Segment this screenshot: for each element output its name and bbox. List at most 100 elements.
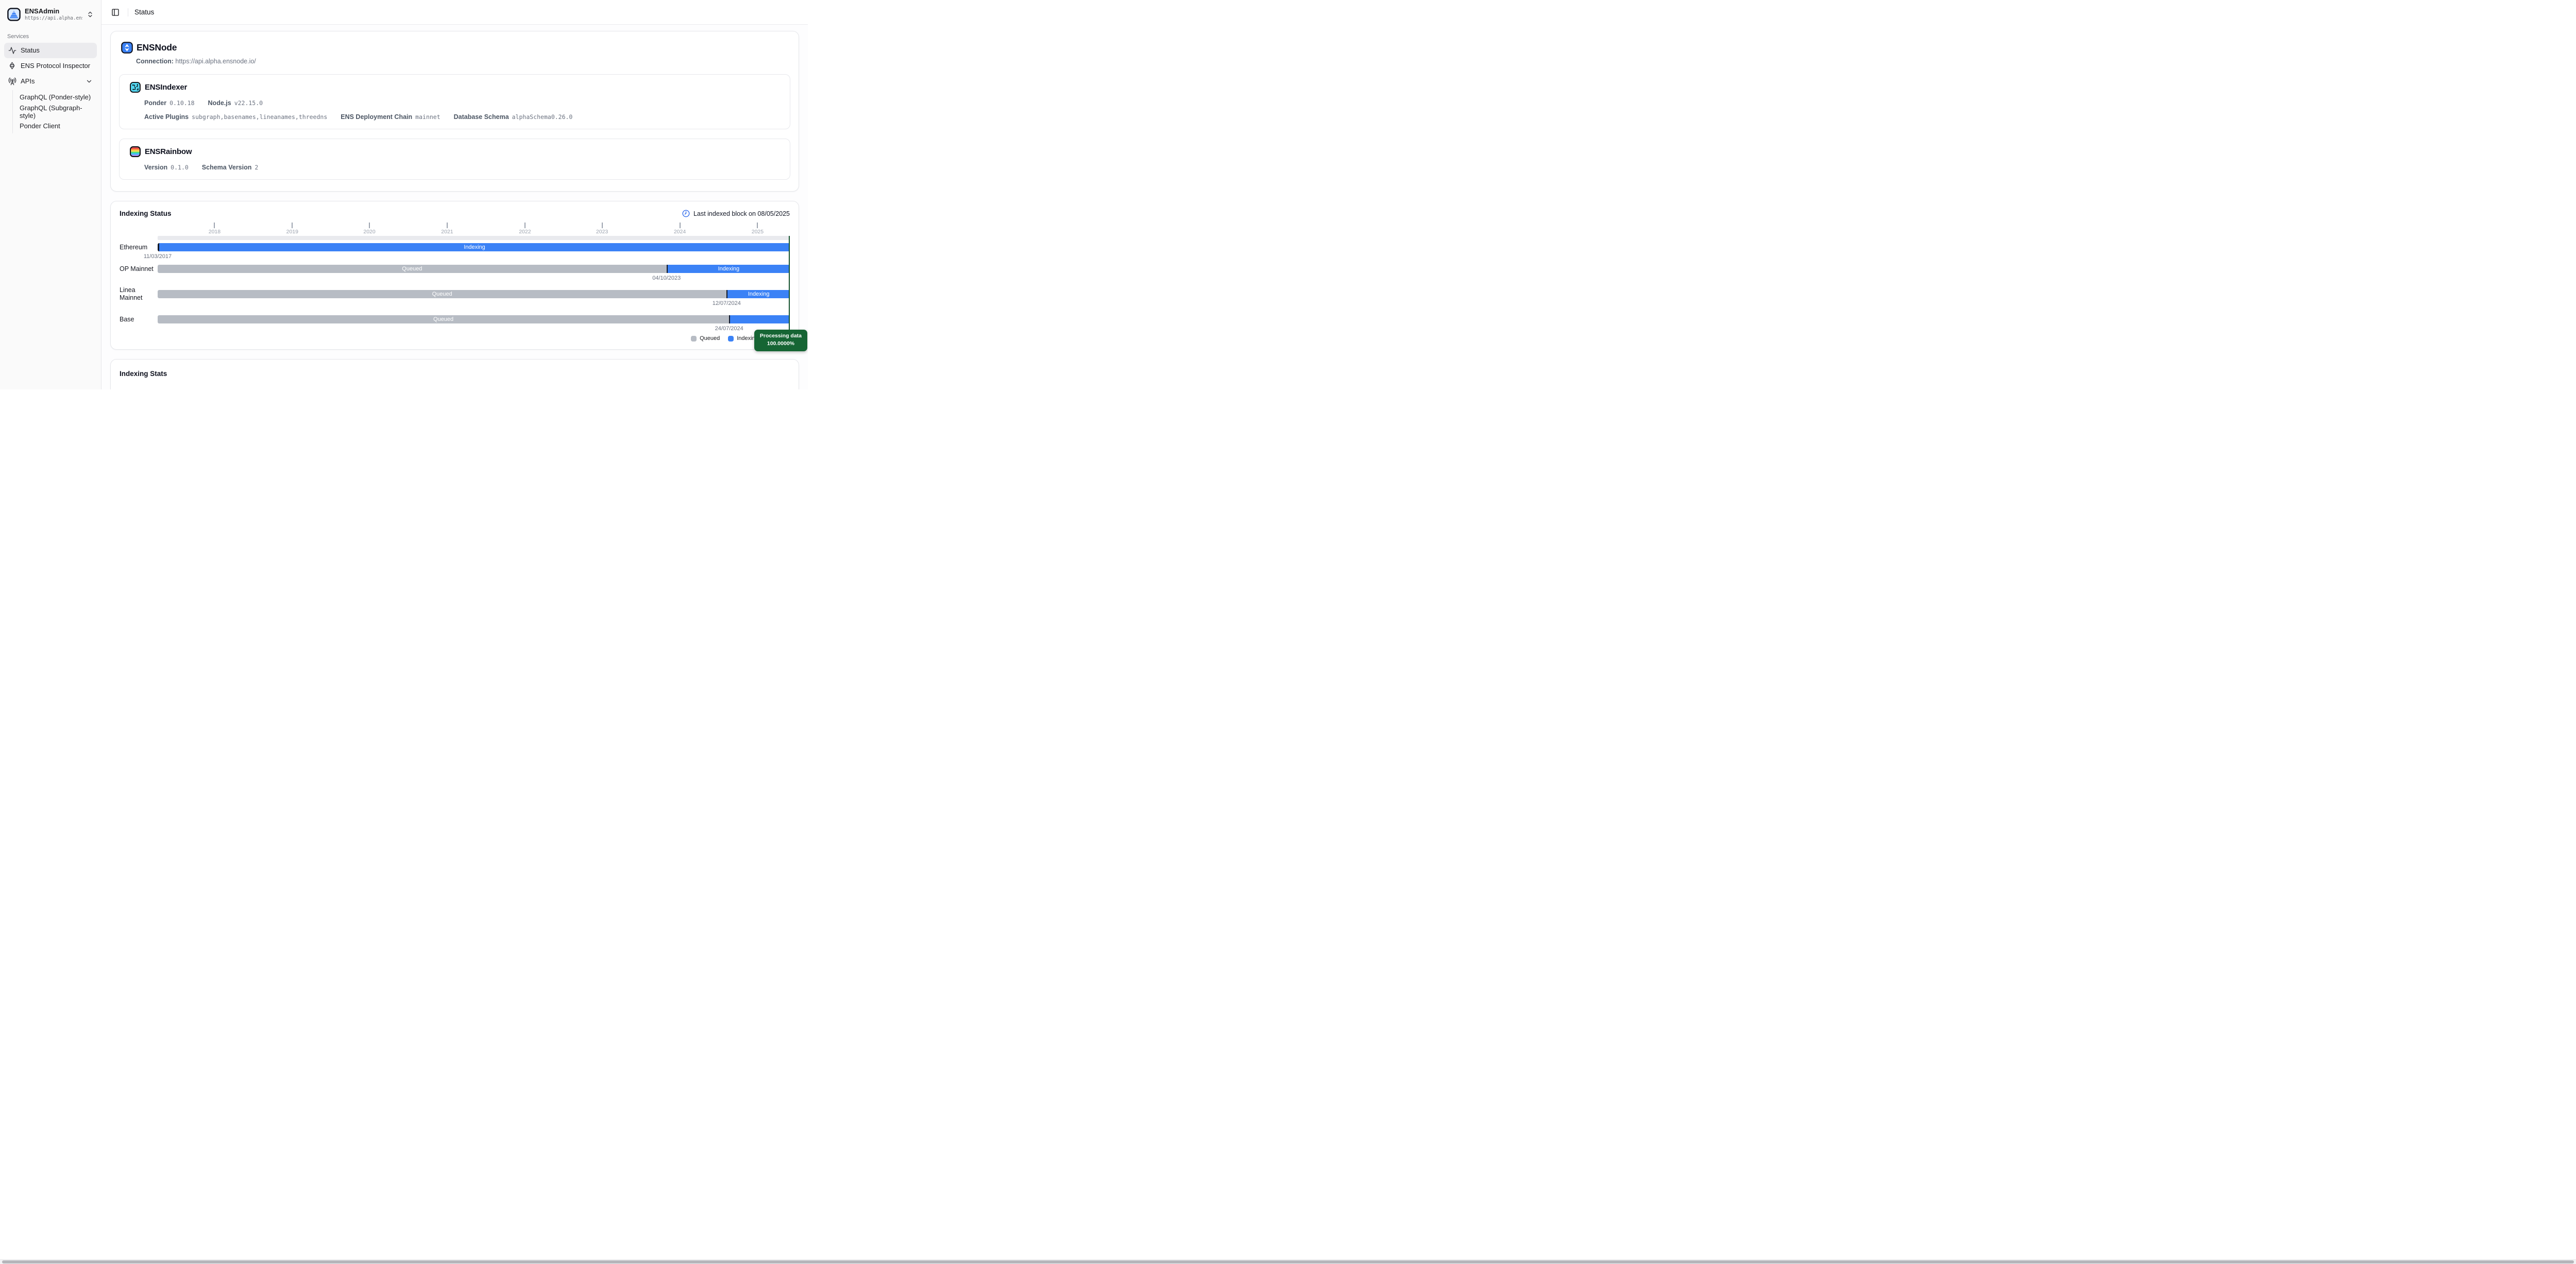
chevron-down-icon — [86, 78, 93, 85]
field-deployment-chain: ENS Deployment Chainmainnet — [341, 113, 440, 121]
app-title: ENSAdmin — [25, 7, 82, 15]
breadcrumb: Status — [134, 8, 154, 16]
segment-date-label: 24/07/2024 — [715, 326, 743, 332]
app-connection-url: https://api.alpha.ens… — [25, 15, 82, 22]
indexing-stats-title: Indexing Stats — [120, 370, 790, 378]
queued-segment[interactable]: Queued — [158, 290, 726, 298]
axis-tick — [524, 223, 526, 228]
field-active-plugins: Active Pluginssubgraph,basenames,lineana… — [144, 113, 327, 121]
topbar: Status — [101, 0, 808, 25]
last-indexed-block: Last indexed block on 08/05/2025 — [682, 210, 790, 217]
horizontal-scrollbar-thumb[interactable] — [2, 1260, 2574, 1263]
indexing-segment[interactable]: Indexing — [726, 290, 790, 298]
sidebar-subitem-graphql-ponder[interactable]: GraphQL (Ponder-style) — [13, 90, 97, 105]
timeline-row: Linea MainnetQueuedIndexing12/07/2024 — [120, 286, 790, 312]
clock-icon — [682, 210, 690, 217]
tooltip-line2: 100.0000% — [760, 340, 802, 348]
segment-date-label: 11/03/2017 — [144, 253, 172, 260]
axis-tick — [292, 223, 293, 228]
chain-track: Indexing11/03/2017 — [158, 243, 790, 251]
sidebar-group-label: Services — [7, 33, 94, 40]
ensrainbow-icon — [130, 146, 141, 157]
sidebar-item-status[interactable]: Status — [4, 43, 97, 58]
field-ponder: Ponder0.10.18 — [144, 99, 195, 107]
last-indexed-text: Last indexed block on 08/05/2025 — [693, 210, 790, 217]
axis-tick-label: 2025 — [752, 229, 764, 235]
current-block-line — [789, 236, 790, 335]
ensrainbow-card: ENSRainbow Version0.1.0 Schema Version2 — [119, 139, 790, 180]
indexing-timeline-chart: 20182019202020212022202320242025 Ethereu… — [120, 221, 790, 343]
axis-tick-label: 2024 — [674, 229, 686, 235]
ens-logo-icon — [8, 62, 16, 70]
axis-tick-label: 2019 — [286, 229, 298, 235]
indexing-segment[interactable]: Indexing — [667, 265, 790, 273]
ensindexer-card: ENSIndexer Ponder0.10.18 Node.jsv22.15.0… — [119, 74, 790, 129]
ensindexer-title: ENSIndexer — [145, 83, 187, 92]
ensnode-icon — [121, 42, 133, 54]
sidebar-item-apis[interactable]: APIs — [4, 74, 97, 89]
panel-left-icon — [111, 8, 120, 16]
field-nodejs: Node.jsv22.15.0 — [208, 99, 263, 107]
chain-track: Queued24/07/2024 — [158, 315, 790, 323]
axis-tick — [214, 223, 215, 228]
axis-tick — [680, 223, 681, 228]
queued-segment[interactable]: Queued — [158, 265, 667, 273]
sidebar: ENSAdmin https://api.alpha.ens… Services… — [0, 0, 101, 389]
activity-icon — [8, 46, 16, 55]
sidebar-item-label: APIs — [21, 77, 81, 85]
connection-line: Connection: https://api.alpha.ensnode.io… — [136, 58, 790, 65]
axis-tick-label: 2023 — [596, 229, 608, 235]
axis-tick-label: 2021 — [441, 229, 453, 235]
app-window: { "sidebar": { "app_name": "ENSAdmin", "… — [0, 0, 808, 389]
axis-tick-label: 2020 — [363, 229, 375, 235]
sidebar-item-ens-protocol-inspector[interactable]: ENS Protocol Inspector — [4, 58, 97, 74]
chain-label: Base — [120, 316, 158, 323]
axis-tick — [757, 223, 758, 228]
segment-date-label: 04/10/2023 — [652, 275, 681, 281]
legend-swatch-icon — [691, 336, 697, 341]
legend-label: Queued — [700, 335, 720, 341]
indexing-status-title: Indexing Status — [120, 210, 172, 217]
field-database-schema: Database SchemaalphaSchema0.26.0 — [454, 113, 573, 121]
ensindexer-icon — [130, 82, 141, 93]
chain-track: QueuedIndexing04/10/2023 — [158, 265, 790, 273]
timeline-rows: EthereumIndexing11/03/2017OP MainnetQueu… — [120, 243, 790, 334]
ensnode-card: ENSNode Connection: https://api.alpha.en… — [110, 31, 799, 192]
field-schema-version: Schema Version2 — [202, 164, 259, 171]
indexing-segment[interactable]: Indexing — [158, 243, 790, 251]
apis-submenu: GraphQL (Ponder-style) GraphQL (Subgraph… — [12, 90, 97, 133]
axis-tick — [447, 223, 448, 228]
timeline-track — [158, 236, 790, 240]
axis-tick — [369, 223, 370, 228]
sidebar-toggle-button[interactable] — [109, 6, 122, 19]
tooltip-line1: Processing data — [760, 332, 802, 340]
timeline-row: OP MainnetQueuedIndexing04/10/2023 — [120, 265, 790, 283]
axis-tick-label: 2022 — [519, 229, 531, 235]
sidebar-subitem-graphql-subgraph[interactable]: GraphQL (Subgraph-style) — [13, 105, 97, 119]
indexing-segment[interactable] — [729, 315, 790, 323]
legend-item-queued: Queued — [691, 335, 720, 341]
connection-label: Connection: — [136, 58, 174, 65]
legend-swatch-icon — [728, 336, 734, 341]
chain-track: QueuedIndexing12/07/2024 — [158, 290, 790, 298]
chain-label: OP Mainnet — [120, 265, 158, 273]
sidebar-subitem-ponder-client[interactable]: Ponder Client — [13, 119, 97, 133]
timeline-row: BaseQueued24/07/2024 — [120, 315, 790, 334]
axis-tick-label: 2018 — [209, 229, 221, 235]
ensnode-title: ENSNode — [137, 42, 177, 53]
field-version: Version0.1.0 — [144, 164, 189, 171]
workspace-switcher[interactable]: ENSAdmin https://api.alpha.ens… — [4, 4, 97, 25]
radio-tower-icon — [8, 77, 16, 86]
horizontal-scrollbar[interactable] — [0, 1259, 2576, 1264]
connection-url: https://api.alpha.ensnode.io/ — [175, 58, 256, 65]
segment-date-label: 12/07/2024 — [713, 300, 741, 306]
sidebar-item-label: ENS Protocol Inspector — [21, 62, 93, 70]
indexing-status-card: Indexing Status Last indexed block on 08… — [110, 201, 799, 350]
queued-segment[interactable]: Queued — [158, 315, 729, 323]
ensrainbow-title: ENSRainbow — [145, 147, 192, 156]
sidebar-item-label: Status — [21, 46, 93, 54]
chart-legend: QueuedIndexingCurrent — [158, 334, 790, 343]
main-area: Status ENSNode Connection: https://api.a… — [101, 0, 808, 389]
indexing-stats-card: Indexing Stats — [110, 359, 799, 389]
sidebar-nav: Status ENS Protocol Inspector APIs Graph… — [4, 43, 97, 133]
